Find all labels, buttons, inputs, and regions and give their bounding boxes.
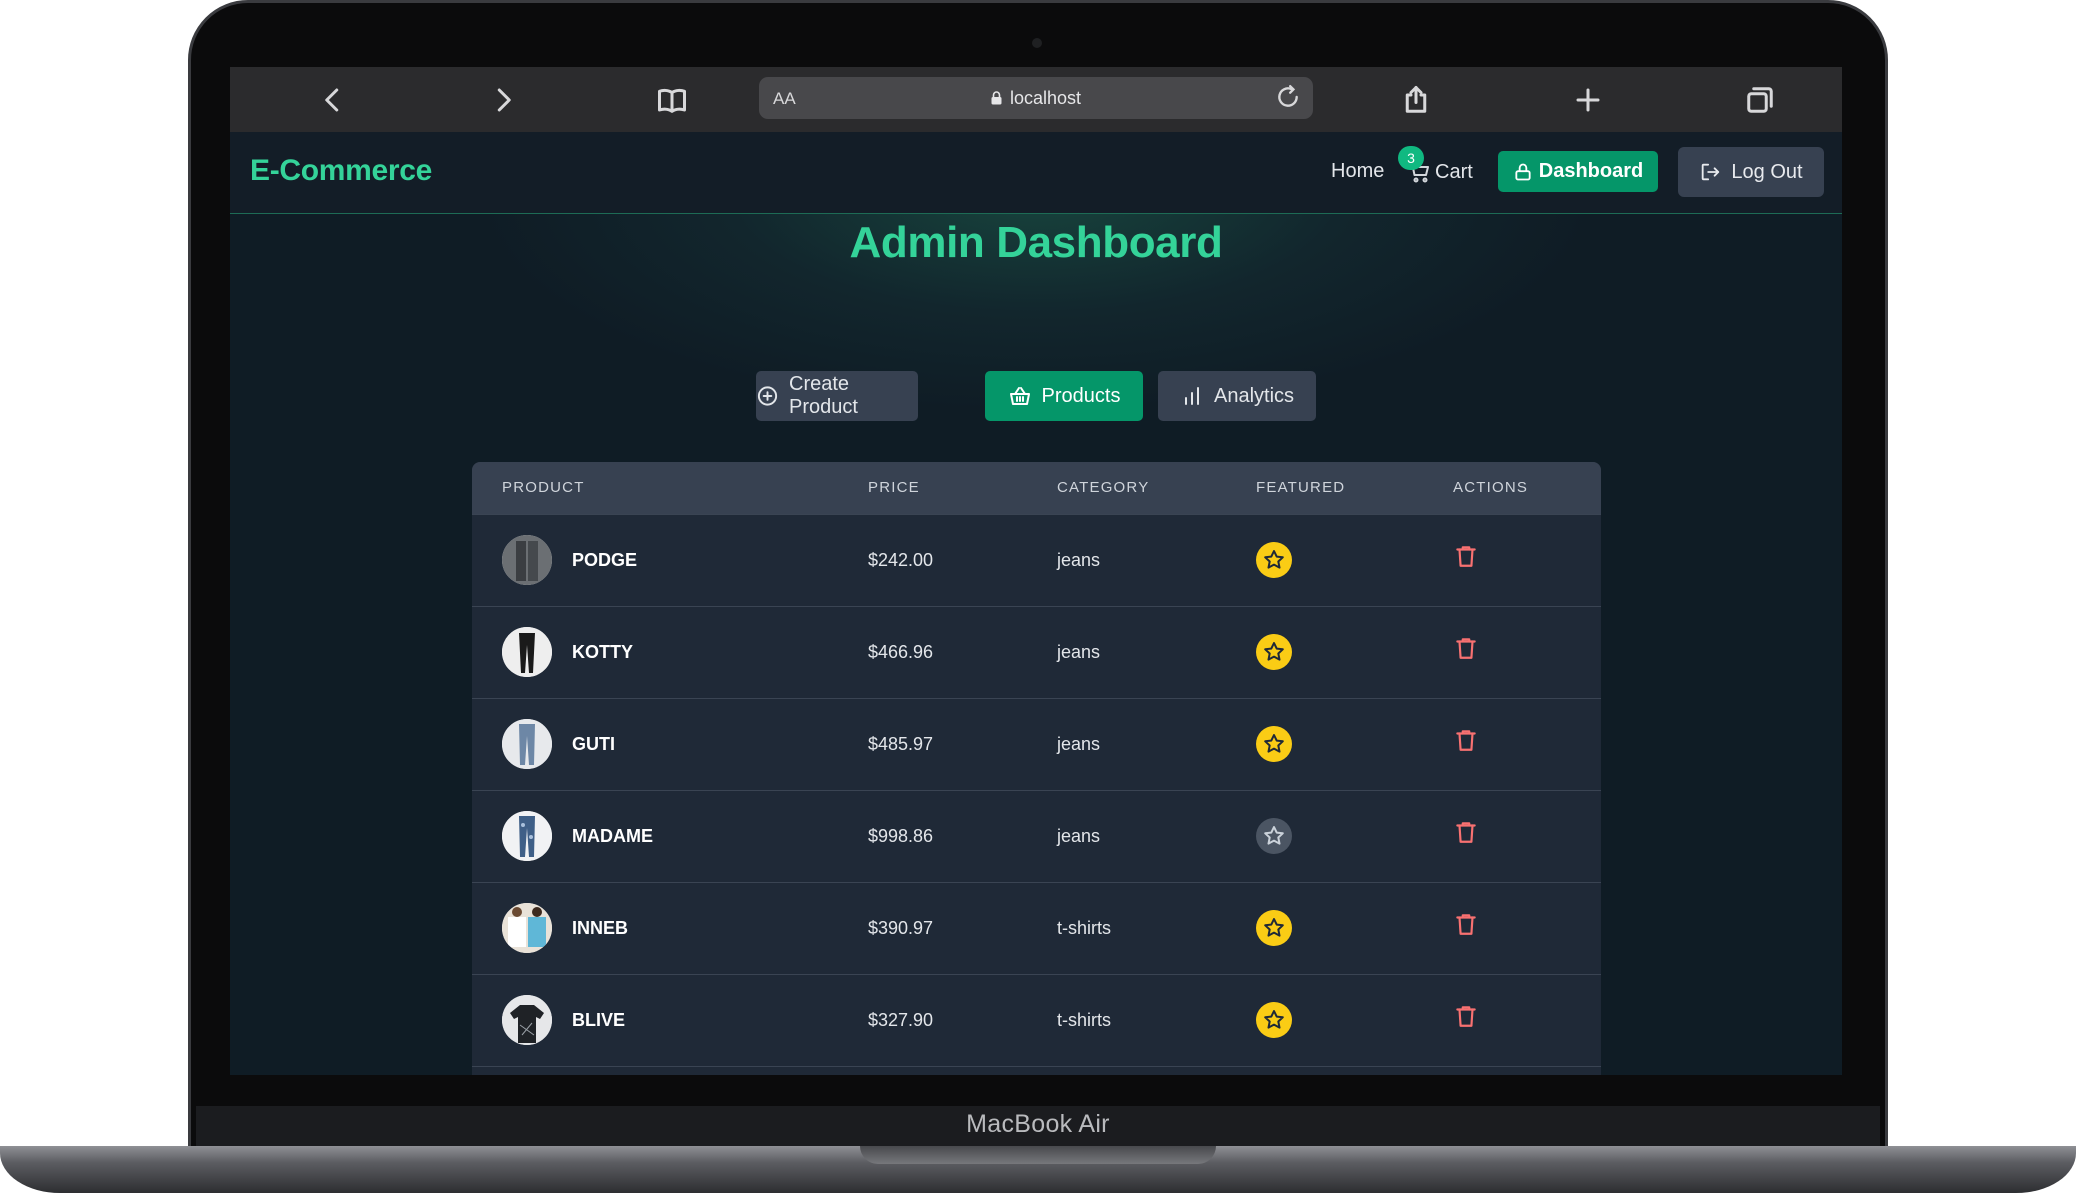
column-header-actions: ACTIONS <box>1453 479 1529 496</box>
table-row: INNEB $390.97 t-shirts <box>472 882 1601 974</box>
forward-icon[interactable] <box>486 83 520 117</box>
column-header-featured: FEATURED <box>1256 479 1346 496</box>
table-row: MADAME $998.86 jeans <box>472 790 1601 882</box>
product-thumbnail <box>502 535 552 585</box>
table-row: BLIVE $327.90 t-shirts <box>472 974 1601 1066</box>
featured-toggle-star-icon[interactable] <box>1256 634 1292 670</box>
logout-label: Log Out <box>1731 160 1803 183</box>
delete-trash-icon[interactable] <box>1453 543 1481 573</box>
url-text: localhost <box>1009 88 1082 108</box>
page-title: Admin Dashboard <box>849 218 1223 267</box>
product-category: jeans <box>1057 642 1101 662</box>
product-price: $327.90 <box>868 1010 934 1030</box>
products-table: PRODUCT PRICE CATEGORY FEATURED ACTIONS … <box>472 462 1601 1075</box>
tabs-overview-icon[interactable] <box>1743 83 1777 117</box>
product-name: KOTTY <box>572 642 633 662</box>
product-price: $998.86 <box>868 826 934 846</box>
device-frame: AA localhost E-Commerce Home Cart 3 Dash… <box>0 0 2076 1193</box>
lock-icon <box>1515 163 1531 180</box>
navbar: E-Commerce Home Cart 3 Dashboard Log Out <box>230 132 1842 214</box>
reload-icon[interactable] <box>1275 84 1303 112</box>
product-name: BLIVE <box>572 1010 626 1030</box>
featured-toggle-star-icon[interactable] <box>1256 726 1292 762</box>
product-category: t-shirts <box>1057 918 1111 938</box>
browser-window: AA localhost E-Commerce Home Cart 3 Dash… <box>230 67 1842 1075</box>
share-icon[interactable] <box>1399 83 1433 117</box>
brand-logo[interactable]: E-Commerce <box>250 154 432 188</box>
delete-trash-icon[interactable] <box>1453 911 1481 941</box>
product-price: $390.97 <box>868 918 934 938</box>
bar-chart-icon <box>1184 387 1199 405</box>
product-category: jeans <box>1057 826 1101 846</box>
lock-icon <box>991 91 1002 105</box>
product-category: jeans <box>1057 550 1101 570</box>
dashboard-label: Dashboard <box>1538 160 1644 182</box>
product-thumbnail <box>502 995 552 1045</box>
column-header-category: CATEGORY <box>1057 479 1150 496</box>
featured-toggle-star-icon[interactable] <box>1256 1002 1292 1038</box>
featured-toggle-star-icon[interactable] <box>1256 818 1292 854</box>
cart-label: Cart <box>1435 160 1473 183</box>
table-row: PODGE $242.00 jeans <box>472 514 1601 606</box>
featured-toggle-star-icon[interactable] <box>1256 542 1292 578</box>
tab-label: Analytics <box>1213 384 1295 407</box>
tab-products[interactable]: Products <box>985 371 1143 421</box>
product-name: INNEB <box>572 918 629 938</box>
tab-label: Create Product <box>789 373 858 418</box>
table-header: PRODUCT PRICE CATEGORY FEATURED ACTIONS <box>472 462 1601 514</box>
device-label: MacBook Air <box>966 1110 1110 1138</box>
logout-icon <box>1702 163 1720 181</box>
product-name: PODGE <box>572 550 638 570</box>
tab-label: Products <box>1041 384 1121 407</box>
new-tab-icon[interactable] <box>1571 83 1605 117</box>
table-row: Fleximaa$246.97t-shirts <box>472 1066 1601 1075</box>
delete-trash-icon[interactable] <box>1453 635 1481 665</box>
cart-count-badge: 3 <box>1398 146 1424 170</box>
featured-toggle-star-icon[interactable] <box>1256 910 1292 946</box>
product-name: MADAME <box>572 826 653 846</box>
product-name: GUTI <box>572 734 615 754</box>
back-icon[interactable] <box>316 83 350 117</box>
bookmarks-icon[interactable] <box>655 83 689 117</box>
delete-trash-icon[interactable] <box>1453 819 1481 849</box>
address-bar[interactable]: AA localhost <box>759 77 1313 119</box>
product-thumbnail <box>502 627 552 677</box>
tab-create-product[interactable]: Create Product <box>756 371 918 421</box>
laptop-notch <box>860 1146 1216 1164</box>
nav-home-link[interactable]: Home <box>1331 160 1384 183</box>
logout-button[interactable]: Log Out <box>1678 147 1824 197</box>
product-category: jeans <box>1057 734 1101 754</box>
camera <box>1032 38 1042 48</box>
product-price: $485.97 <box>868 734 934 754</box>
delete-trash-icon[interactable] <box>1453 1003 1481 1033</box>
column-header-price: PRICE <box>868 479 920 496</box>
dashboard-button[interactable]: Dashboard <box>1498 151 1658 192</box>
browser-toolbar: AA localhost <box>230 67 1842 132</box>
tab-analytics[interactable]: Analytics <box>1158 371 1316 421</box>
product-price: $466.96 <box>868 642 934 662</box>
product-thumbnail <box>502 811 552 861</box>
plus-circle-icon <box>757 386 778 406</box>
product-thumbnail <box>502 719 552 769</box>
column-header-product: PRODUCT <box>502 479 585 496</box>
product-thumbnail <box>502 903 552 953</box>
app-page: E-Commerce Home Cart 3 Dashboard Log Out… <box>230 132 1842 1075</box>
table-row: GUTI $485.97 jeans <box>472 698 1601 790</box>
basket-icon <box>1009 387 1030 405</box>
delete-trash-icon[interactable] <box>1453 727 1481 757</box>
product-price: $242.00 <box>868 550 934 570</box>
table-row: KOTTY $466.96 jeans <box>472 606 1601 698</box>
product-category: t-shirts <box>1057 1010 1111 1030</box>
